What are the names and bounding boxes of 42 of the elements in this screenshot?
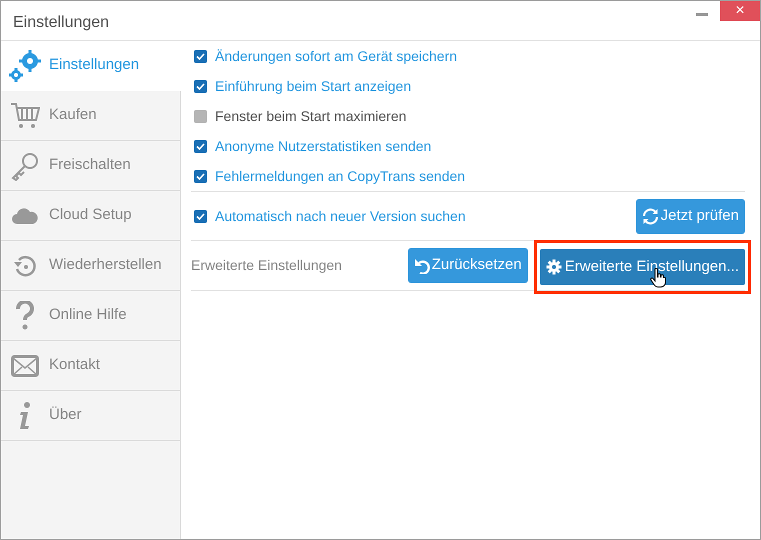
checkbox[interactable]: [194, 110, 207, 122]
checkbox-label: Einführung beim Start anzeigen: [215, 76, 412, 96]
close-button[interactable]: ×: [720, 1, 760, 21]
sidebar-item[interactable]: Online Hilfe: [1, 291, 180, 341]
checkbox[interactable]: [194, 50, 207, 62]
sidebar-item[interactable]: Wiederherstellen: [1, 241, 180, 291]
checkbox-label: Automatisch nach neuer Version suchen: [215, 206, 466, 226]
info-icon: [18, 402, 32, 430]
sidebar-item[interactable]: Kaufen: [1, 91, 180, 141]
sidebar-item[interactable]: Freischalten: [1, 141, 180, 191]
window-title: Einstellungen: [13, 13, 110, 33]
sidebar-item[interactable]: Einstellungen: [1, 41, 181, 91]
checkmark-icon: [196, 142, 205, 150]
checkbox[interactable]: [194, 170, 207, 182]
checkbox[interactable]: [194, 140, 207, 152]
checkbox-label: Fenster beim Start maximieren: [215, 106, 406, 126]
section-label: Erweiterte Einstellungen: [191, 256, 342, 275]
checkbox[interactable]: [194, 80, 207, 92]
checkmark-icon: [196, 172, 205, 180]
check-now-button[interactable]: Jetzt prüfen: [636, 198, 745, 234]
checkmark-icon: [196, 82, 205, 90]
restore-icon: [13, 254, 37, 278]
checkbox-label: Fehlermeldungen an CopyTrans senden: [215, 166, 466, 186]
gear-icon: [546, 259, 562, 275]
checkbox-label: Anonyme Nutzerstatistiken senden: [215, 136, 432, 156]
undo-icon: [414, 258, 430, 274]
question-mark-icon: [15, 300, 35, 330]
checkbox[interactable]: [194, 210, 207, 222]
sidebar-item[interactable]: Über: [1, 391, 180, 441]
gears-icon: [8, 48, 42, 82]
cloud-icon: [12, 208, 38, 224]
checkmark-icon: [196, 212, 205, 220]
refresh-icon: [642, 208, 659, 224]
cart-icon: [10, 102, 40, 130]
sidebar-item[interactable]: Cloud Setup: [1, 191, 180, 241]
envelope-icon: [11, 354, 39, 376]
reset-button[interactable]: Zurücksetzen: [408, 248, 528, 283]
advanced-settings-button[interactable]: Erweiterte Einstellungen...: [540, 249, 745, 285]
sidebar-item[interactable]: Kontakt: [1, 341, 180, 391]
key-icon: [10, 150, 40, 180]
checkbox-label: Änderungen sofort am Gerät speichern: [215, 46, 458, 66]
checkmark-icon: [196, 52, 205, 60]
